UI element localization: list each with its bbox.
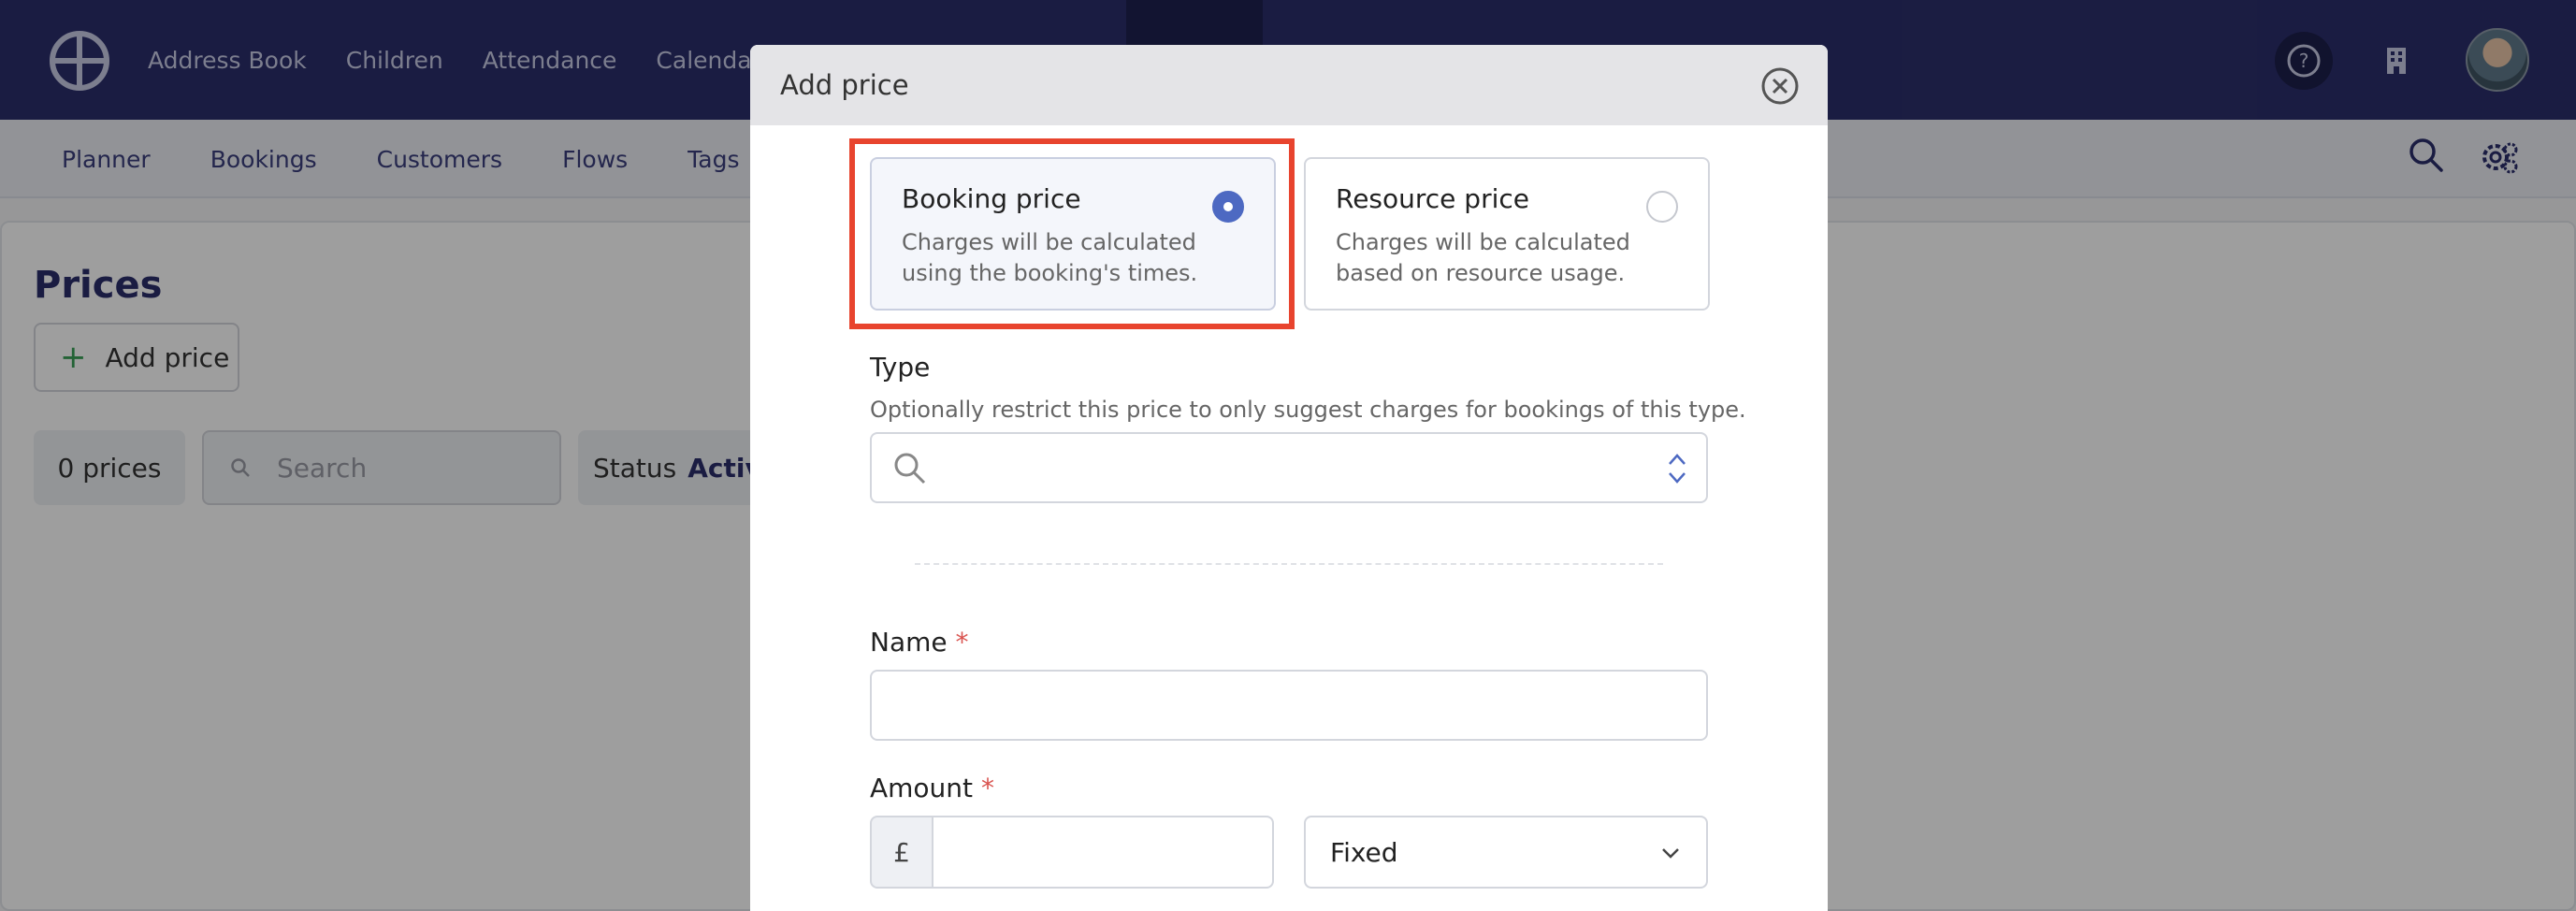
amount-mode-value: Fixed: [1330, 836, 1398, 868]
resource-price-radio[interactable]: [1646, 191, 1678, 223]
modal-title: Add price: [780, 69, 909, 101]
selection-highlight: [849, 138, 1295, 329]
amount-label: Amount *: [870, 773, 994, 803]
search-icon: [894, 453, 926, 484]
chevron-down-icon: [1662, 848, 1679, 859]
currency-prefix: £: [870, 816, 933, 889]
resource-price-option[interactable]: Resource price Charges will be calculate…: [1304, 157, 1710, 311]
resource-price-title: Resource price: [1336, 183, 1529, 214]
section-divider: [915, 563, 1663, 565]
amount-mode-select[interactable]: Fixed: [1304, 816, 1708, 889]
required-mark: *: [955, 627, 969, 658]
name-label-text: Name: [870, 627, 948, 658]
required-mark: *: [980, 773, 994, 803]
close-icon[interactable]: [1760, 66, 1800, 106]
type-select[interactable]: [870, 432, 1708, 503]
modal-header: Add price: [750, 45, 1828, 125]
type-label: Type: [870, 352, 931, 383]
amount-label-text: Amount: [870, 773, 974, 803]
name-label: Name *: [870, 627, 969, 658]
type-help-text: Optionally restrict this price to only s…: [870, 397, 1746, 423]
chevron-updown-icon: [1669, 454, 1686, 484]
name-field[interactable]: [870, 670, 1708, 741]
amount-field[interactable]: [932, 816, 1274, 889]
resource-price-desc: Charges will be calculated based on reso…: [1336, 229, 1630, 286]
